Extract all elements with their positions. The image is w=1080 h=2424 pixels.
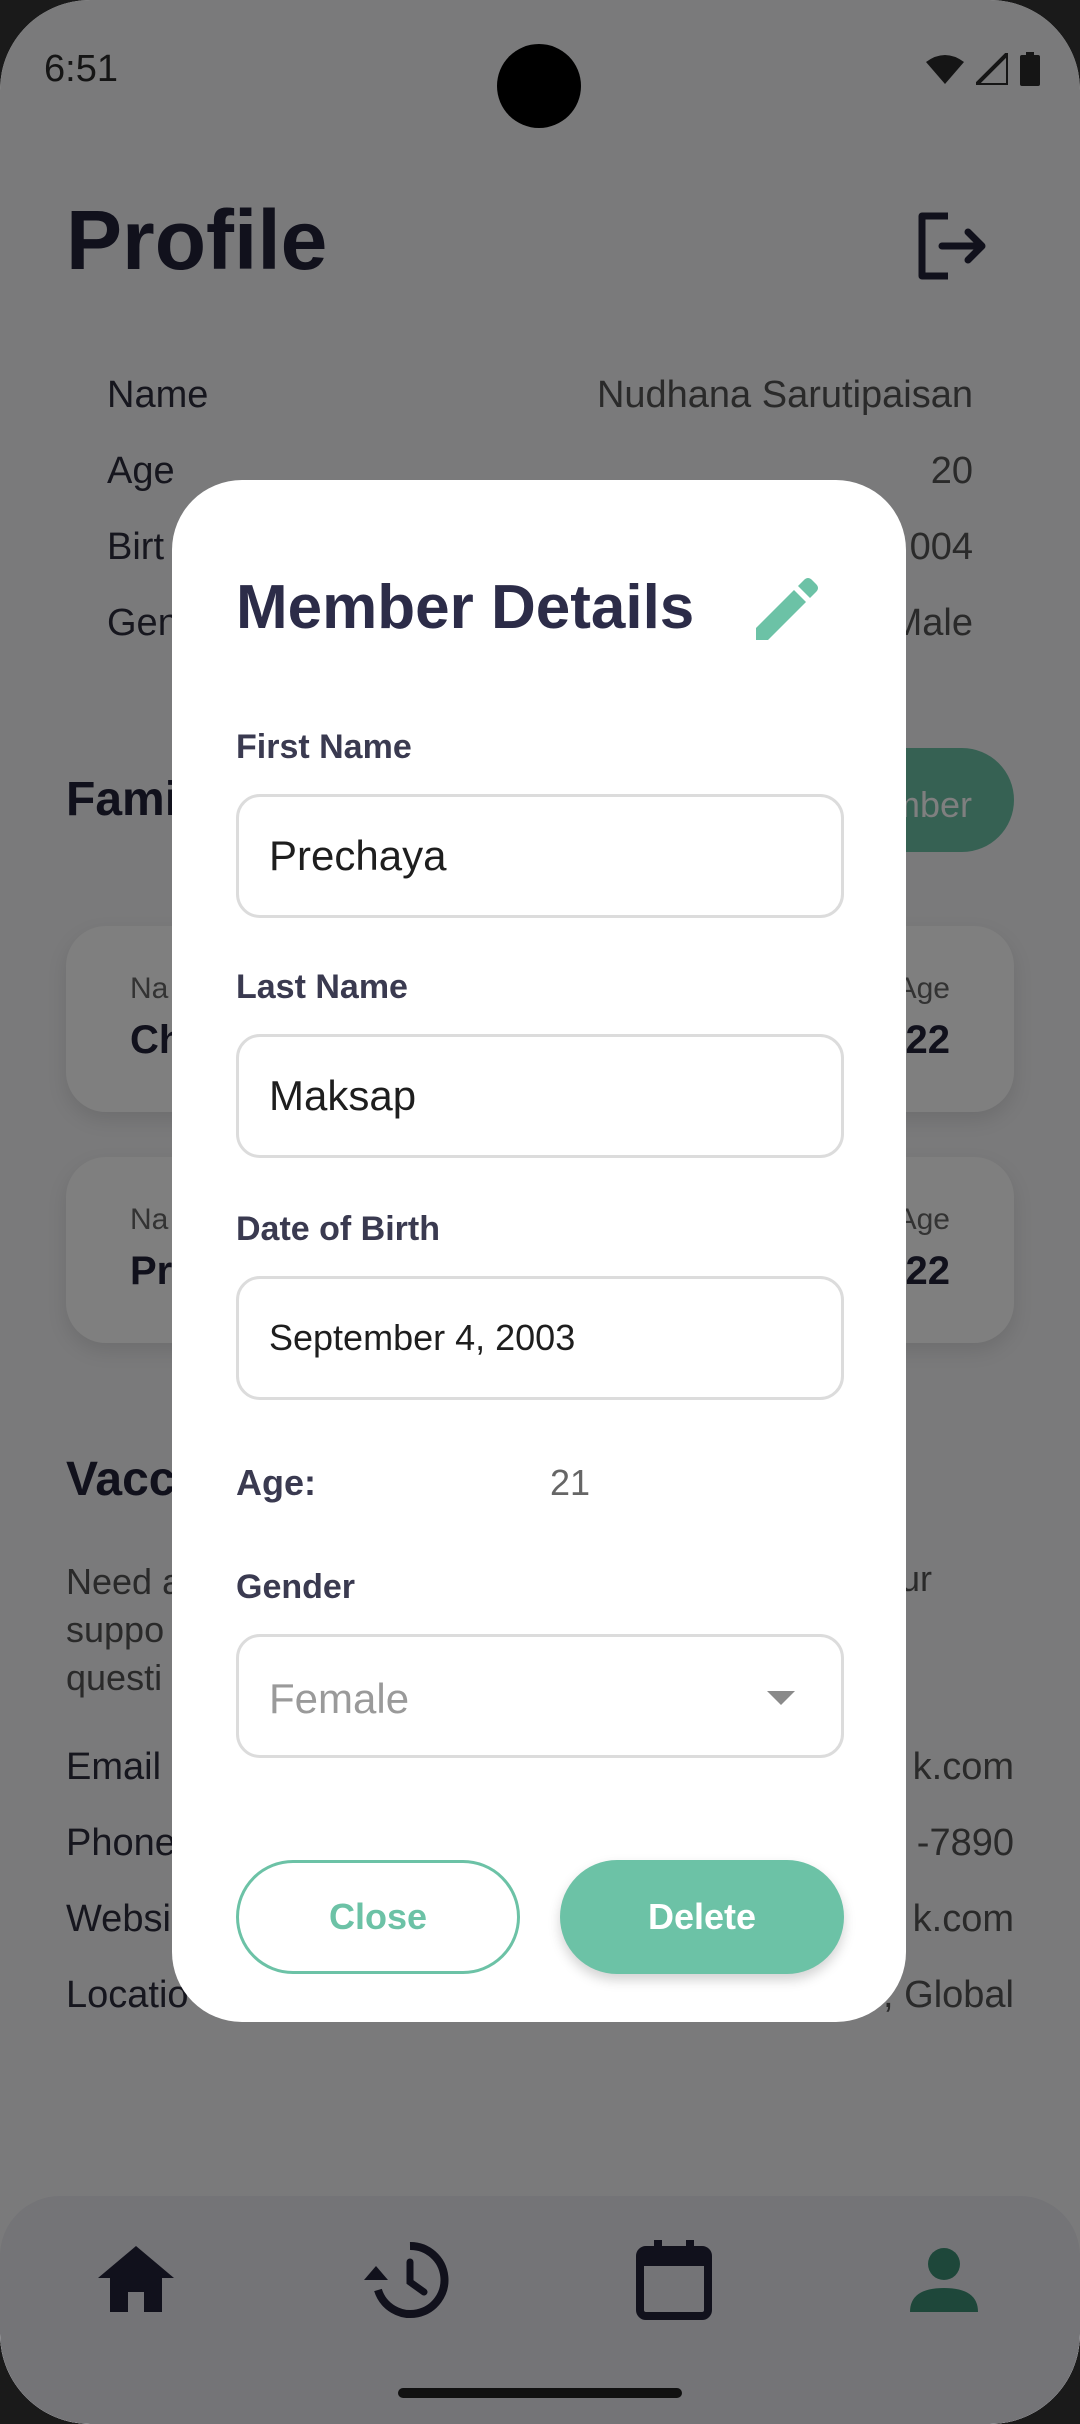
age-label: Age:	[236, 1462, 316, 1503]
edit-icon[interactable]	[748, 576, 820, 648]
last-name-field[interactable]	[236, 1034, 844, 1158]
dob-field[interactable]	[236, 1276, 844, 1400]
close-button[interactable]: Close	[236, 1860, 520, 1974]
delete-button[interactable]: Delete	[560, 1860, 844, 1974]
chevron-down-icon	[767, 1691, 795, 1705]
first-name-label: First Name	[236, 728, 412, 766]
age-value: 21	[550, 1462, 591, 1503]
first-name-field[interactable]	[236, 794, 844, 918]
last-name-label: Last Name	[236, 968, 408, 1006]
gender-select[interactable]: Female	[236, 1634, 844, 1758]
gender-label: Gender	[236, 1568, 356, 1606]
screen: 6:51 Profile Name Nudhana Sarutipaisan A…	[0, 0, 1080, 2424]
member-details-dialog: Member Details First Name Last Name Date…	[172, 480, 906, 2022]
dob-label: Date of Birth	[236, 1210, 440, 1248]
dialog-title: Member Details	[236, 573, 695, 642]
gender-selected-value: Female	[269, 1675, 410, 1722]
